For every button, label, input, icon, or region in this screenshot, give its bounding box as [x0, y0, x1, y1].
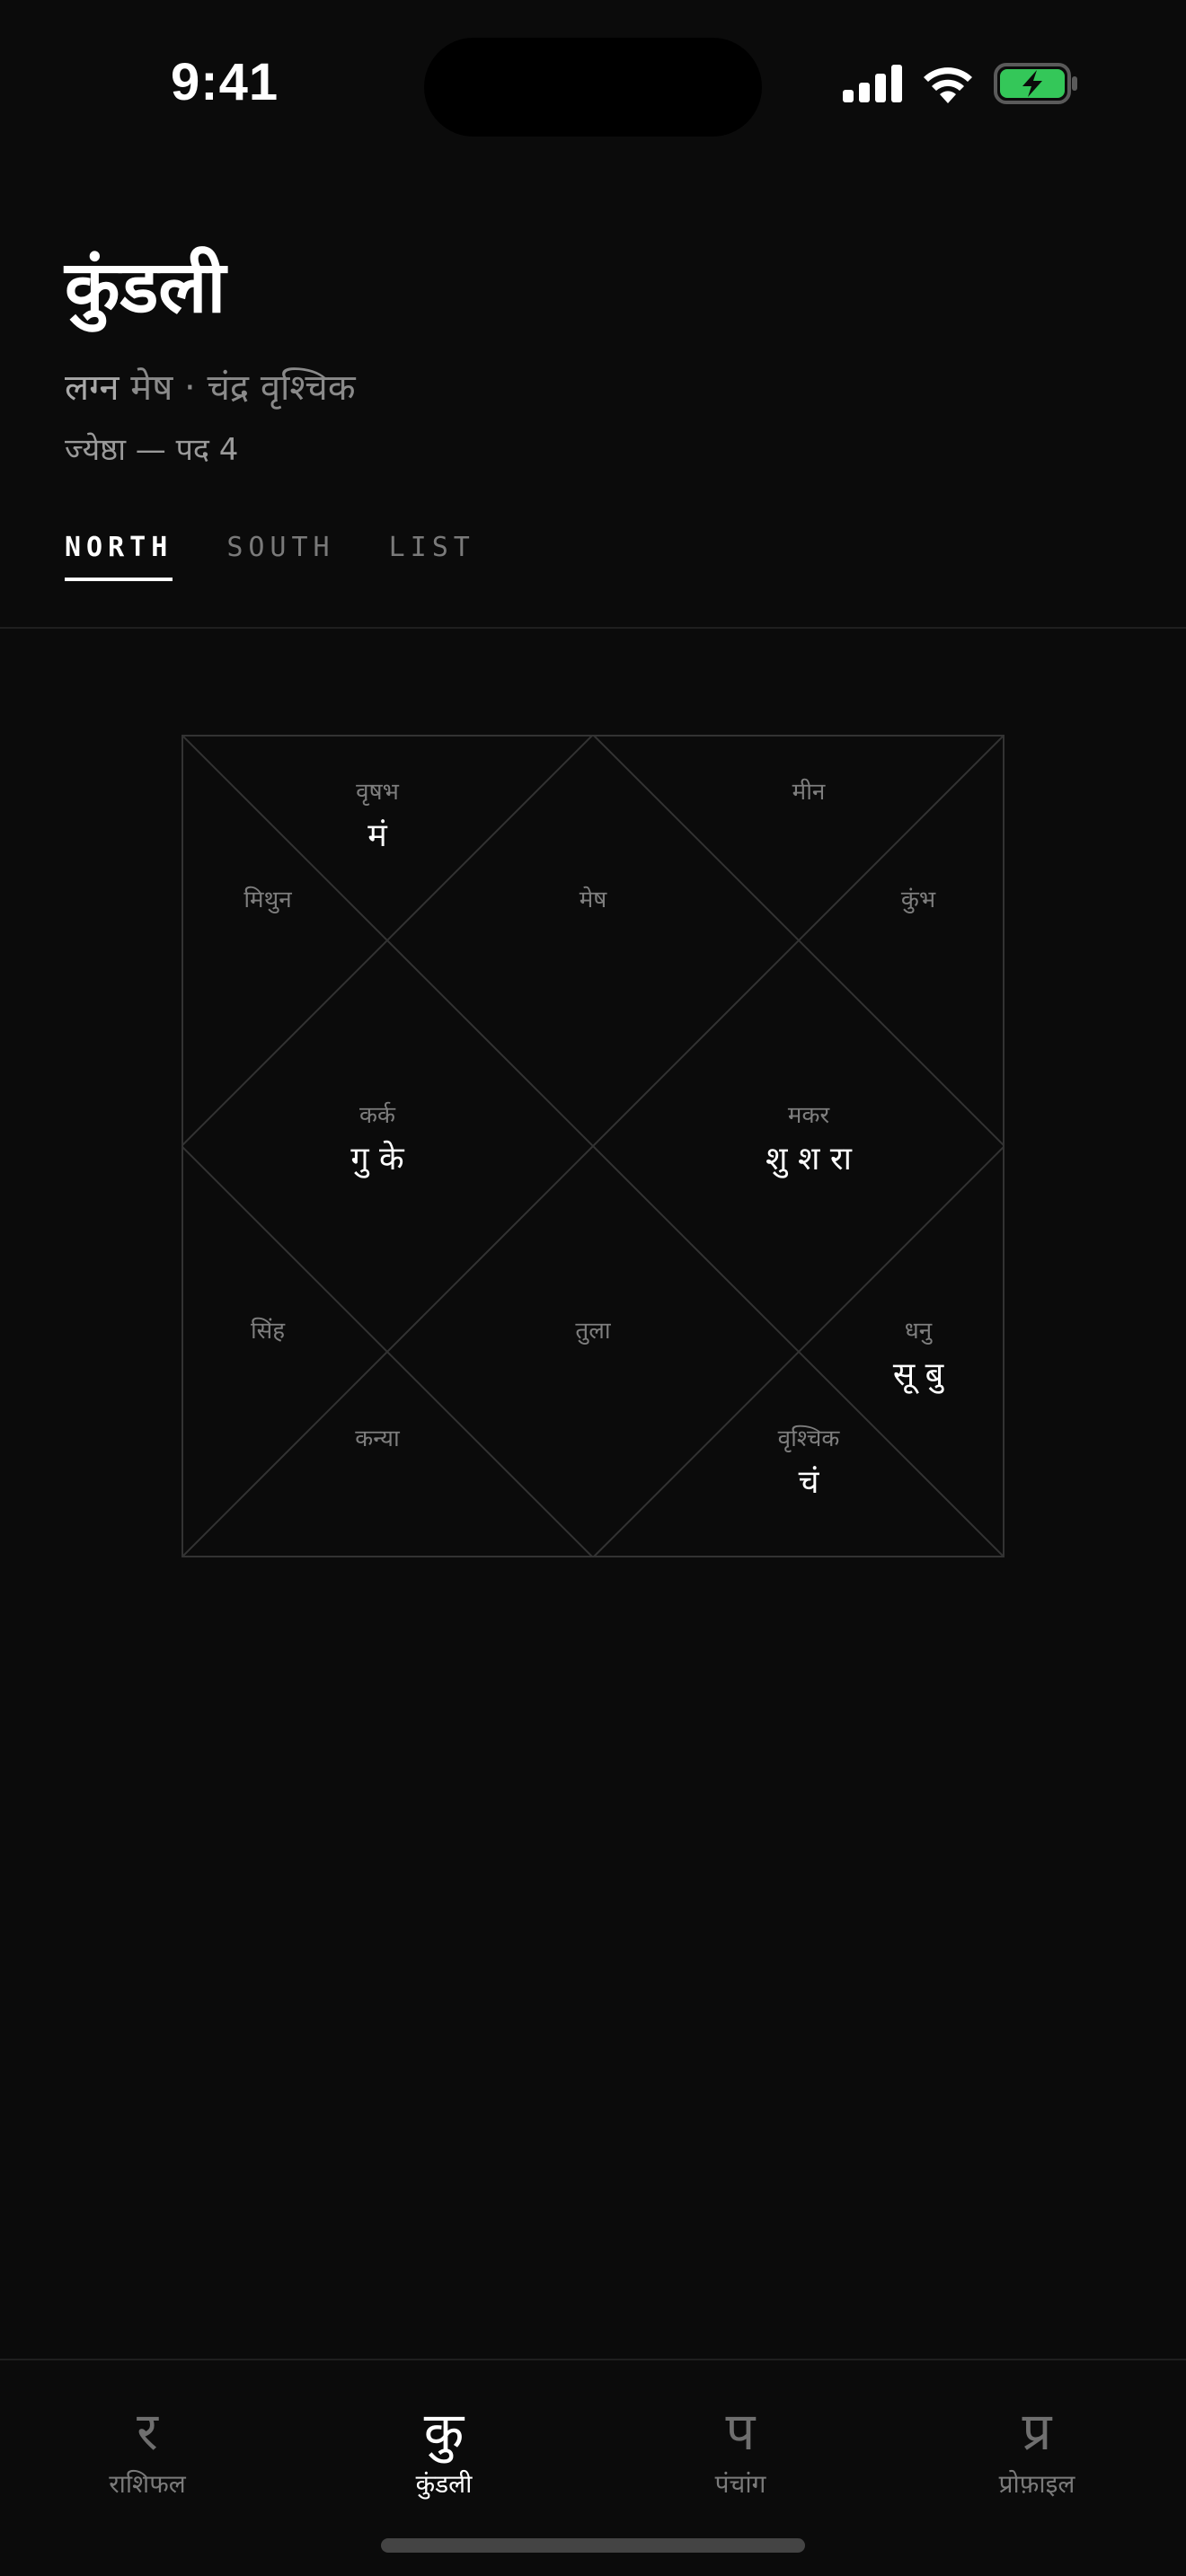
header-divider [0, 627, 1186, 629]
lagna-label: लग्न [65, 367, 119, 409]
house-9-sign: धनु [905, 1318, 933, 1345]
house-4-sign: कर्क [359, 1101, 396, 1129]
house-9-planets: सू बु [893, 1356, 945, 1394]
home-indicator [381, 2538, 805, 2553]
house-10-sign: मकर [788, 1102, 831, 1129]
house-5-sign: सिंह [251, 1317, 286, 1345]
tab-south[interactable]: SOUTH [226, 532, 334, 581]
battery-charging-icon [994, 63, 1077, 104]
house-4-planets: गु के [350, 1140, 405, 1178]
house-11-sign: कुंभ [901, 887, 936, 913]
wifi-icon [924, 67, 972, 103]
nav-label-panchang: पंचांग [714, 2469, 766, 2499]
cellular-signal-icon [843, 65, 902, 102]
nav-item-panchang[interactable]: प पंचांग [651, 2400, 830, 2501]
house-8-planets: चं [799, 1464, 820, 1501]
nav-label-rashiphal: राशिफल [109, 2469, 186, 2499]
profile-icon: प्र [1022, 2401, 1052, 2462]
house-7-sign: तुला [575, 1318, 611, 1345]
house-1-sign: मेष [580, 886, 608, 913]
page-title: कुंडली [65, 247, 226, 327]
chart-style-tabs: NORTH SOUTH LIST [65, 532, 475, 581]
status-time: 9:41 [171, 53, 279, 111]
house-3-sign: मिथुन [243, 886, 292, 913]
house-8-sign: वृश्चिक [778, 1425, 841, 1452]
nav-item-profile[interactable]: प्र प्रोफ़ाइल [947, 2400, 1127, 2501]
nakshatra-line: ज्येष्ठा — पद 4 [65, 432, 239, 468]
house-6-sign: कन्या [355, 1425, 401, 1452]
rashiphal-icon: र [137, 2401, 158, 2462]
chart-grid [181, 735, 1005, 1557]
tab-list[interactable]: LIST [389, 532, 475, 581]
kundli-icon: कु [423, 2401, 465, 2462]
kundli-screen: 9:41 कुंडली लग्न मेष · चंद्र वृश्चिक ज्य… [0, 0, 1186, 2576]
house-2-sign: वृषभ [356, 779, 399, 806]
panchang-icon: प [725, 2401, 756, 2462]
nav-label-profile: प्रोफ़ाइल [998, 2469, 1075, 2499]
status-icons [843, 63, 1078, 104]
lagna-moon-values: मेष · चंद्र वृश्चिक [119, 367, 356, 409]
nav-item-rashiphal[interactable]: र राशिफल [58, 2400, 237, 2501]
house-12-sign: मीन [792, 778, 826, 806]
tab-north[interactable]: NORTH [65, 532, 173, 581]
house-2-planets: मं [367, 817, 388, 854]
north-indian-chart: मेष वृषभ मं मिथुन कर्क गु के सिंह कन्या … [181, 735, 1005, 1557]
lagna-moon-line: लग्न मेष · चंद्र वृश्चिक [65, 361, 356, 410]
house-10-planets: शु श रा [766, 1141, 853, 1178]
nav-item-kundli[interactable]: कु कुंडली [354, 2400, 534, 2501]
dynamic-island [424, 38, 762, 137]
nav-label-kundli: कुंडली [415, 2469, 473, 2499]
